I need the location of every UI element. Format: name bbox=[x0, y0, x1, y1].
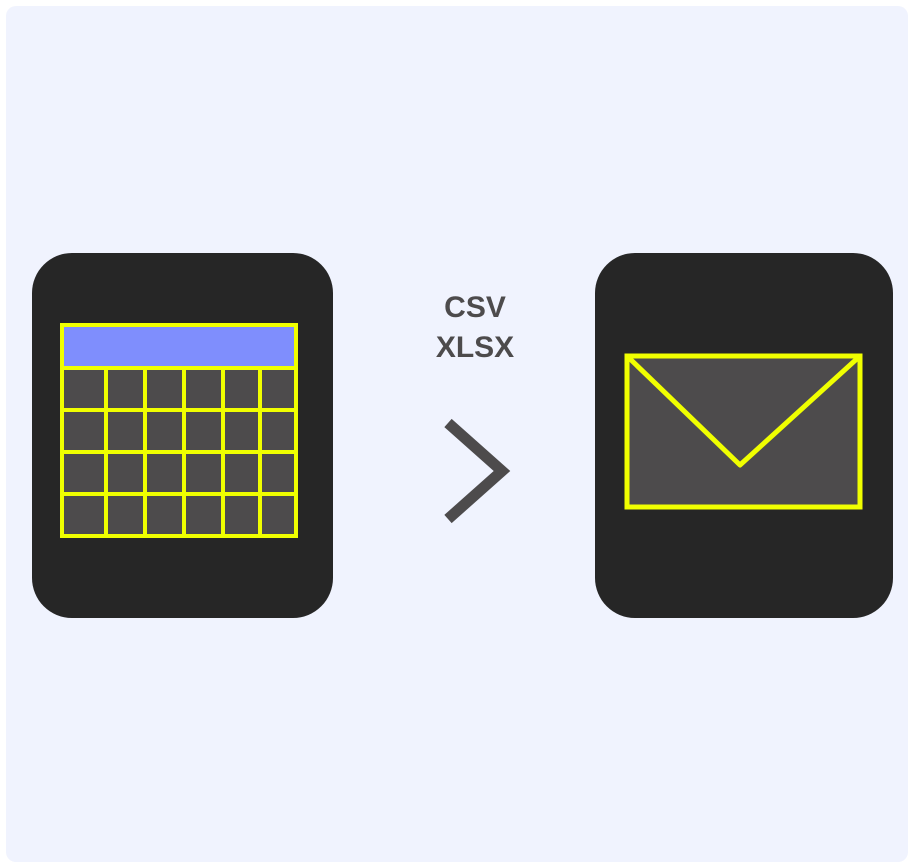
chevron-right-icon bbox=[444, 418, 511, 524]
spreadsheet-icon bbox=[60, 323, 298, 538]
spreadsheet-tile bbox=[32, 253, 333, 618]
spreadsheet-header-row bbox=[64, 327, 294, 367]
format-label-csv: CSV bbox=[444, 291, 506, 324]
format-labels: CSV XLSX bbox=[405, 288, 545, 368]
format-label-xlsx: XLSX bbox=[435, 331, 515, 364]
envelope-icon bbox=[624, 353, 863, 510]
email-tile bbox=[595, 253, 893, 618]
